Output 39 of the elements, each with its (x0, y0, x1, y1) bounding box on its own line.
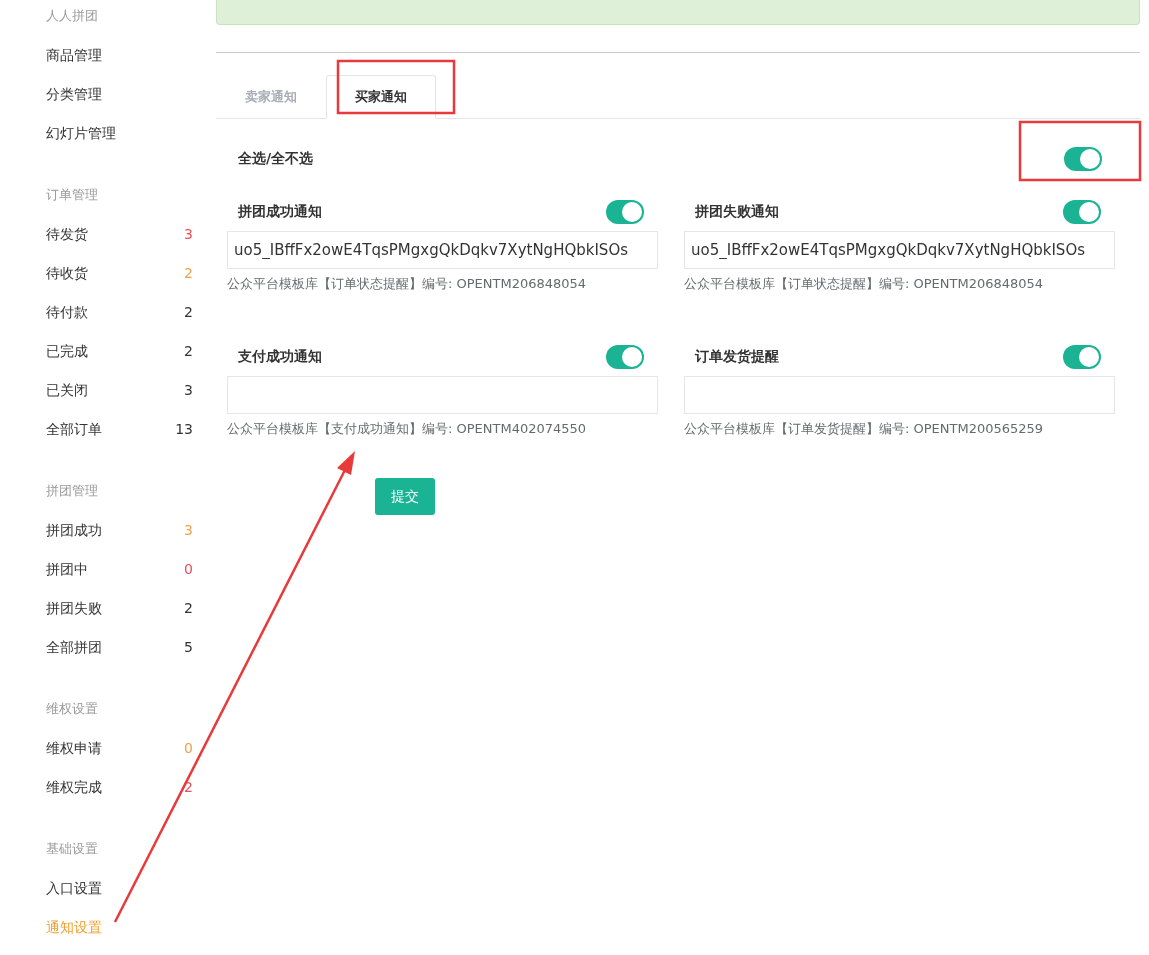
toggle-switch[interactable] (1064, 147, 1102, 171)
sidebar-section-title: 基础设置 (46, 840, 99, 858)
sidebar-item[interactable]: 已关闭 3 (46, 380, 193, 419)
template-hint: 公众平台模板库【订单发货提醒】编号: OPENTM200565259 (684, 420, 1045, 438)
template-id-field[interactable] (684, 376, 1115, 414)
template-id-field[interactable]: uo5_IBffFx2owE4TqsPMgxgQkDqkv7XytNgHQbkISOs (227, 231, 658, 269)
sidebar-item[interactable]: 拼团失败 2 (46, 598, 193, 637)
notification-title: 订单发货提醒 (695, 348, 779, 366)
notification-title: 支付成功通知 (238, 348, 322, 366)
sidebar-item[interactable]: 入口设置 (46, 878, 193, 917)
template-id-field[interactable]: uo5_IBffFx2owE4TqsPMgxgQkDqkv7XytNgHQbkISOs (684, 231, 1115, 269)
toggle-switch[interactable] (1063, 345, 1101, 369)
toggle-switch[interactable] (606, 345, 644, 369)
toggle-switch[interactable] (1063, 200, 1101, 224)
template-id-field[interactable] (227, 376, 658, 414)
sidebar-section-title: 维权设置 (46, 700, 99, 718)
template-hint: 公众平台模板库【支付成功通知】编号: OPENTM402074550 (227, 420, 588, 438)
sidebar-item[interactable]: 维权申请 0 (46, 738, 193, 777)
sidebar-item[interactable]: 商品管理 (46, 45, 193, 84)
notification-title: 拼团失败通知 (695, 203, 779, 221)
sidebar-item[interactable]: 拼团中 0 (46, 559, 193, 598)
sidebar-item[interactable]: 幻灯片管理 (46, 123, 193, 162)
sidebar-item[interactable]: 全部订单 13 (46, 419, 193, 458)
sidebar-section-title: 拼团管理 (46, 482, 99, 500)
tab[interactable]: 买家通知 (326, 75, 436, 119)
sidebar-item[interactable]: 全部拼团 5 (46, 637, 193, 676)
sidebar-item[interactable]: 分类管理 (46, 84, 193, 123)
sidebar-section-title: 订单管理 (46, 186, 99, 204)
sidebar-item[interactable]: 拼团成功 3 (46, 520, 193, 559)
sidebar-section-title: 人人拼团 (46, 7, 99, 25)
select-all-label: 全选/全不选 (238, 150, 314, 168)
sidebar-item[interactable]: 待发货 3 (46, 224, 193, 263)
template-hint: 公众平台模板库【订单状态提醒】编号: OPENTM206848054 (227, 275, 588, 293)
notification-title: 拼团成功通知 (238, 203, 322, 221)
sidebar-item[interactable]: 待付款 2 (46, 302, 193, 341)
toggle-switch[interactable] (606, 200, 644, 224)
template-hint: 公众平台模板库【订单状态提醒】编号: OPENTM206848054 (684, 275, 1045, 293)
sidebar-item[interactable]: 待收货 2 (46, 263, 193, 302)
sidebar-item[interactable]: 已完成 2 (46, 341, 193, 380)
